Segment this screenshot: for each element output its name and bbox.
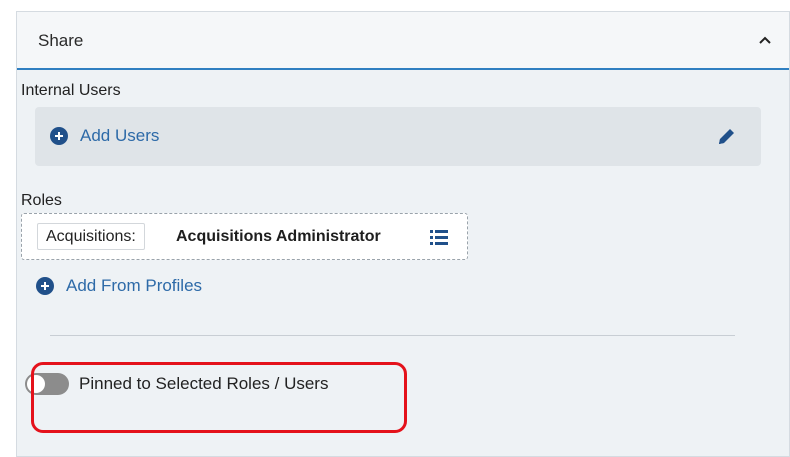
add-from-profiles-button[interactable]: Add From Profiles [36, 276, 202, 296]
internal-users-box: Add Users [35, 107, 761, 166]
pinned-toggle[interactable] [25, 373, 69, 395]
share-panel-header[interactable]: Share [17, 12, 789, 70]
plus-circle-icon [36, 277, 54, 295]
collapse-button[interactable] [755, 30, 775, 50]
role-item[interactable]: Acquisitions: Acquisitions Administrator [21, 213, 468, 260]
toggle-knob [27, 375, 45, 393]
plus-circle-icon [50, 127, 68, 145]
pinned-toggle-row: Pinned to Selected Roles / Users [25, 373, 328, 395]
add-users-label: Add Users [80, 126, 160, 145]
role-details-button[interactable] [428, 227, 450, 247]
section-divider [50, 335, 735, 336]
role-prefix: Acquisitions: [37, 223, 145, 250]
role-name: Acquisitions Administrator [176, 228, 381, 245]
edit-users-button[interactable] [715, 126, 737, 148]
roles-label: Roles [21, 192, 62, 209]
panel-title: Share [38, 31, 84, 50]
chevron-up-icon [759, 36, 771, 44]
pinned-toggle-label: Pinned to Selected Roles / Users [79, 374, 329, 393]
pencil-icon [719, 129, 734, 144]
list-icon [430, 230, 448, 245]
internal-users-label: Internal Users [21, 82, 121, 99]
add-users-button[interactable]: Add Users [50, 126, 159, 146]
add-from-profiles-label: Add From Profiles [66, 276, 203, 295]
